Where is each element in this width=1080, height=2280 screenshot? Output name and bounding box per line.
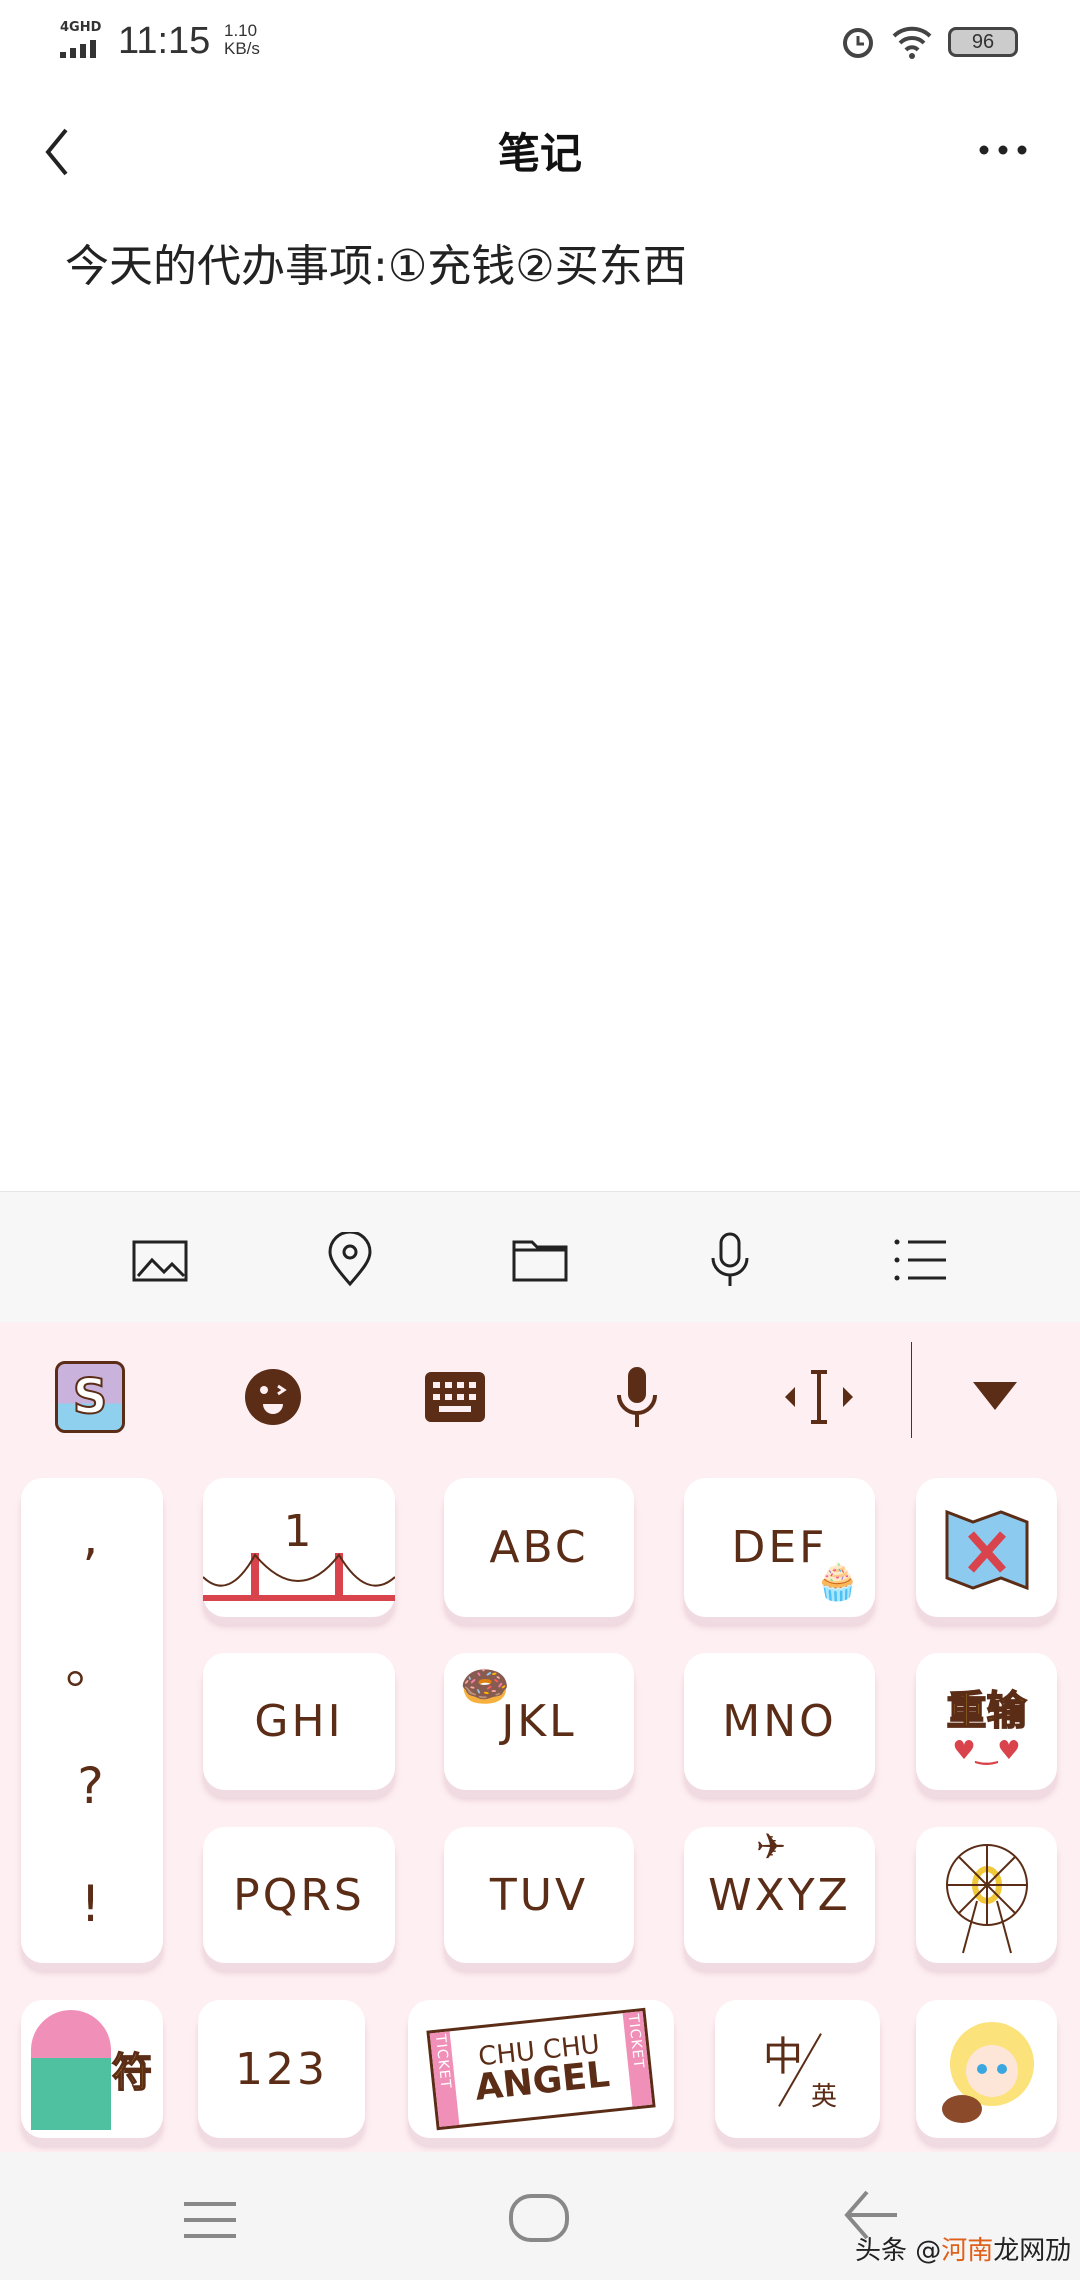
list-icon[interactable]: [892, 1232, 948, 1288]
cursor-move-icon[interactable]: [783, 1362, 853, 1432]
image-icon[interactable]: [132, 1232, 188, 1288]
note-editor[interactable]: 今天的代办事项:①充钱②买东西: [65, 230, 687, 294]
key-label: PQRS: [233, 1869, 365, 1921]
location-icon[interactable]: [322, 1232, 378, 1288]
comma-key[interactable]: ,: [83, 1508, 102, 1566]
cupcake-icon: 🧁: [815, 1562, 863, 1603]
key-label: 123: [235, 2043, 328, 2095]
delete-map-icon: [945, 1509, 1028, 1590]
ticket-label-right: TICKET: [622, 2011, 653, 2107]
key-abc[interactable]: ABC: [444, 1478, 634, 1617]
page-title: 笔记: [497, 129, 582, 178]
period-key[interactable]: 。: [66, 1626, 119, 1698]
lang-cn: 中: [763, 2034, 806, 2080]
battery-indicator: 96: [948, 27, 1018, 57]
ferris-wheel-icon: [945, 1844, 1028, 1954]
network-type: 4GHD: [60, 20, 102, 35]
clock: 11:15: [118, 20, 211, 62]
status-bar: 4GHD 11:15 1.10 KB/s 96: [0, 0, 1080, 80]
key-reenter[interactable]: 重输 ♥‿♥: [916, 1653, 1057, 1790]
question-key[interactable]: ?: [77, 1757, 107, 1815]
ticket-sticker: TICKET CHU CHU ANGEL TICKET: [426, 2007, 656, 2131]
exclaim-key[interactable]: !: [80, 1875, 103, 1933]
key-pqrs[interactable]: PQRS: [203, 1827, 395, 1963]
donut-icon: 🍩: [460, 1664, 513, 1710]
ticket-label-left: TICKET: [429, 2031, 460, 2127]
key-enter[interactable]: [916, 1827, 1057, 1963]
language-switch-key[interactable]: 中 英: [715, 2000, 880, 2138]
collapse-keyboard-icon[interactable]: [960, 1362, 1030, 1432]
more-options-button[interactable]: [978, 140, 1028, 160]
toolbar-divider: [911, 1342, 912, 1438]
keyboard: S , 。 ? ! 1 ABC DEF 🧁 GHI JKL 🍩 MNO 重输 ♥‿♥ …: [0, 1322, 1080, 2152]
space-key[interactable]: TICKET CHU CHU ANGEL TICKET: [408, 2000, 674, 2138]
watermark-suffix: 龙网劢: [993, 2236, 1072, 2266]
menu-nav-button[interactable]: [184, 2200, 236, 2240]
key-delete[interactable]: [916, 1478, 1057, 1617]
key-symbols[interactable]: 符: [21, 2000, 163, 2138]
key-newline[interactable]: [916, 2000, 1057, 2138]
key-wxyz[interactable]: WXYZ ✈: [684, 1827, 875, 1963]
speed-value: 1.10: [224, 21, 258, 40]
signal-icon: [60, 38, 104, 58]
home-nav-button[interactable]: [509, 2194, 569, 2242]
watermark: 头条 @河南龙网劢: [855, 2230, 1071, 2267]
lang-en: 英: [811, 2082, 841, 2112]
wifi-icon: [892, 26, 932, 59]
navigation-bar: 头条 @河南龙网劢: [0, 2152, 1080, 2280]
speed-unit: KB/s: [224, 39, 260, 58]
note-toolbar: [0, 1191, 1080, 1322]
bridge-icon: [203, 1553, 395, 1601]
key-tuv[interactable]: TUV: [444, 1827, 634, 1963]
key-label: GHI: [254, 1696, 344, 1747]
key-label: 重输: [946, 1687, 1028, 1735]
sogou-logo-icon[interactable]: S: [55, 1361, 125, 1433]
key-1[interactable]: 1: [203, 1478, 395, 1617]
key-def[interactable]: DEF 🧁: [684, 1478, 875, 1617]
key-label: WXYZ: [708, 1869, 851, 1921]
key-123[interactable]: 123: [198, 2000, 365, 2138]
punctuation-column[interactable]: , 。 ? !: [21, 1478, 163, 1963]
key-ghi[interactable]: GHI: [203, 1653, 395, 1790]
key-mno[interactable]: MNO: [684, 1653, 875, 1790]
key-label: TUV: [489, 1869, 589, 1921]
key-label: DEF: [731, 1522, 828, 1573]
folder-icon[interactable]: [512, 1232, 568, 1288]
voice-input-icon[interactable]: [602, 1362, 672, 1432]
watermark-prefix: 头条 @: [855, 2236, 942, 2266]
key-jkl[interactable]: JKL 🍩: [444, 1653, 634, 1790]
key-label: MNO: [722, 1696, 837, 1747]
girl-sticker-icon: [31, 2010, 111, 2130]
key-label: ABC: [489, 1522, 589, 1573]
airplane-icon: ✈: [756, 1827, 790, 1868]
keyboard-icon[interactable]: [420, 1362, 490, 1432]
watermark-highlight: 河南: [941, 2236, 994, 2266]
key-label: 符: [111, 2049, 155, 2097]
microphone-icon[interactable]: [702, 1232, 758, 1288]
net-speed: 1.10 KB/s: [224, 22, 260, 58]
alarm-icon: [843, 28, 873, 58]
emoji-icon[interactable]: [238, 1362, 308, 1432]
girl-burger-sticker-icon: [941, 2022, 1034, 2123]
heart-glasses-icon: ♥‿♥: [952, 1735, 1021, 1766]
